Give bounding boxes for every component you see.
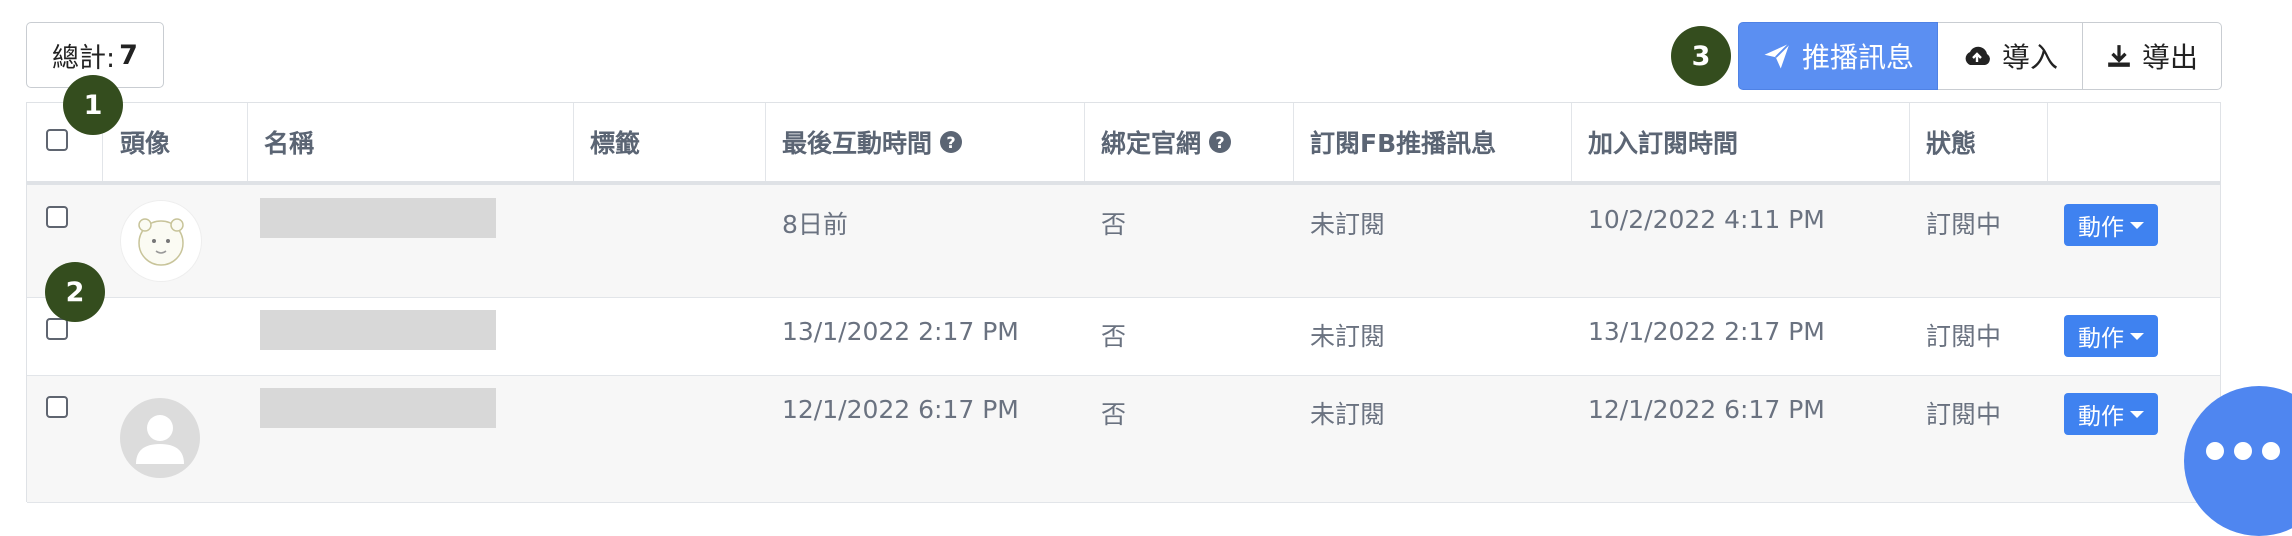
avatar: [120, 200, 202, 282]
import-label: 導入: [2001, 41, 2058, 74]
action-label: 動作: [2078, 404, 2124, 430]
last-interaction-cell: 12/1/2022 6:17 PM: [782, 395, 1019, 424]
bind-site-cell: 否: [1101, 322, 1127, 351]
more-icon-dot: [2206, 442, 2224, 460]
push-message-label: 推播訊息: [1801, 41, 1914, 74]
default-user-icon: [136, 415, 184, 464]
bind-site-cell: 否: [1101, 400, 1127, 429]
header-avatar: 頭像: [120, 129, 171, 158]
header-tags: 標籤: [590, 129, 641, 158]
subscriber-table: 頭像 名稱 標籤 最後互動時間 ? 綁定官網 ? 訂閱FB推播訊息 加入訂閱時間…: [26, 102, 2221, 503]
bind-site-cell: 否: [1101, 210, 1127, 239]
total-value: 7: [119, 39, 138, 71]
action-label: 動作: [2078, 326, 2124, 352]
avatar: [120, 398, 200, 478]
action-dropdown-button[interactable]: 動作: [2064, 204, 2158, 246]
header-last-interaction-label: 最後互動時間: [782, 129, 933, 158]
header-join-time: 加入訂閱時間: [1588, 129, 1739, 158]
table-row: 12/1/2022 6:17 PM 否 未訂閱 12/1/2022 6:17 P…: [27, 376, 2220, 503]
cloud-upload-icon: [1965, 46, 1990, 65]
status-cell: 訂閱中: [1926, 210, 2002, 239]
annotation-badge-1: 1: [63, 75, 123, 135]
action-dropdown-button[interactable]: 動作: [2064, 393, 2158, 435]
table-row: 8日前 否 未訂閱 10/2/2022 4:11 PM 訂閱中 動作: [27, 185, 2220, 298]
export-button[interactable]: 導出: [2083, 22, 2222, 90]
join-time-cell: 13/1/2022 2:17 PM: [1588, 317, 1825, 346]
more-icon-dot: [2262, 442, 2280, 460]
name-placeholder: [260, 198, 496, 238]
fb-subscribe-cell: 未訂閱: [1310, 400, 1386, 429]
name-placeholder: [260, 310, 496, 350]
caret-down-icon: [2130, 221, 2144, 229]
send-icon: [1764, 42, 1791, 69]
name-placeholder: [260, 388, 496, 428]
export-label: 導出: [2141, 41, 2198, 74]
join-time-cell: 12/1/2022 6:17 PM: [1588, 395, 1825, 424]
header-last-interaction: 最後互動時間 ?: [782, 103, 963, 181]
annotation-badge-3: 3: [1671, 26, 1731, 86]
caret-down-icon: [2130, 410, 2144, 418]
help-icon[interactable]: ?: [940, 131, 963, 153]
header-name: 名稱: [264, 129, 315, 158]
download-icon: [2108, 45, 2130, 67]
action-label: 動作: [2078, 215, 2124, 241]
header-status: 狀態: [1926, 129, 1977, 158]
fb-subscribe-cell: 未訂閱: [1310, 322, 1386, 351]
cartoon-avatar-icon: [138, 218, 184, 266]
header-fb-subscribe: 訂閱FB推播訊息: [1310, 129, 1497, 158]
status-cell: 訂閱中: [1926, 400, 2002, 429]
table-row: 13/1/2022 2:17 PM 否 未訂閱 13/1/2022 2:17 P…: [27, 298, 2220, 376]
table-header: 頭像 名稱 標籤 最後互動時間 ? 綁定官網 ? 訂閱FB推播訊息 加入訂閱時間…: [27, 103, 2220, 185]
row-checkbox[interactable]: [46, 396, 68, 418]
row-checkbox[interactable]: [46, 206, 68, 228]
total-label: 總計:: [52, 42, 116, 74]
action-dropdown-button[interactable]: 動作: [2064, 315, 2158, 357]
last-interaction-cell: 13/1/2022 2:17 PM: [782, 317, 1019, 346]
push-message-button[interactable]: 推播訊息: [1738, 22, 1938, 90]
row-checkbox[interactable]: [46, 318, 68, 340]
header-bind-site: 綁定官網 ?: [1101, 103, 1232, 181]
toolbar: 推播訊息 導入 導出: [1738, 22, 2222, 90]
annotation-badge-2: 2: [45, 262, 105, 322]
header-bind-site-label: 綁定官網: [1101, 129, 1202, 158]
status-cell: 訂閱中: [1926, 322, 2002, 351]
import-button[interactable]: 導入: [1938, 22, 2083, 90]
select-all-checkbox[interactable]: [46, 129, 68, 151]
last-interaction-cell: 8日前: [782, 210, 848, 239]
caret-down-icon: [2130, 332, 2144, 340]
fb-subscribe-cell: 未訂閱: [1310, 210, 1386, 239]
help-icon[interactable]: ?: [1209, 131, 1232, 153]
join-time-cell: 10/2/2022 4:11 PM: [1588, 205, 1825, 234]
more-icon-dot: [2234, 442, 2252, 460]
